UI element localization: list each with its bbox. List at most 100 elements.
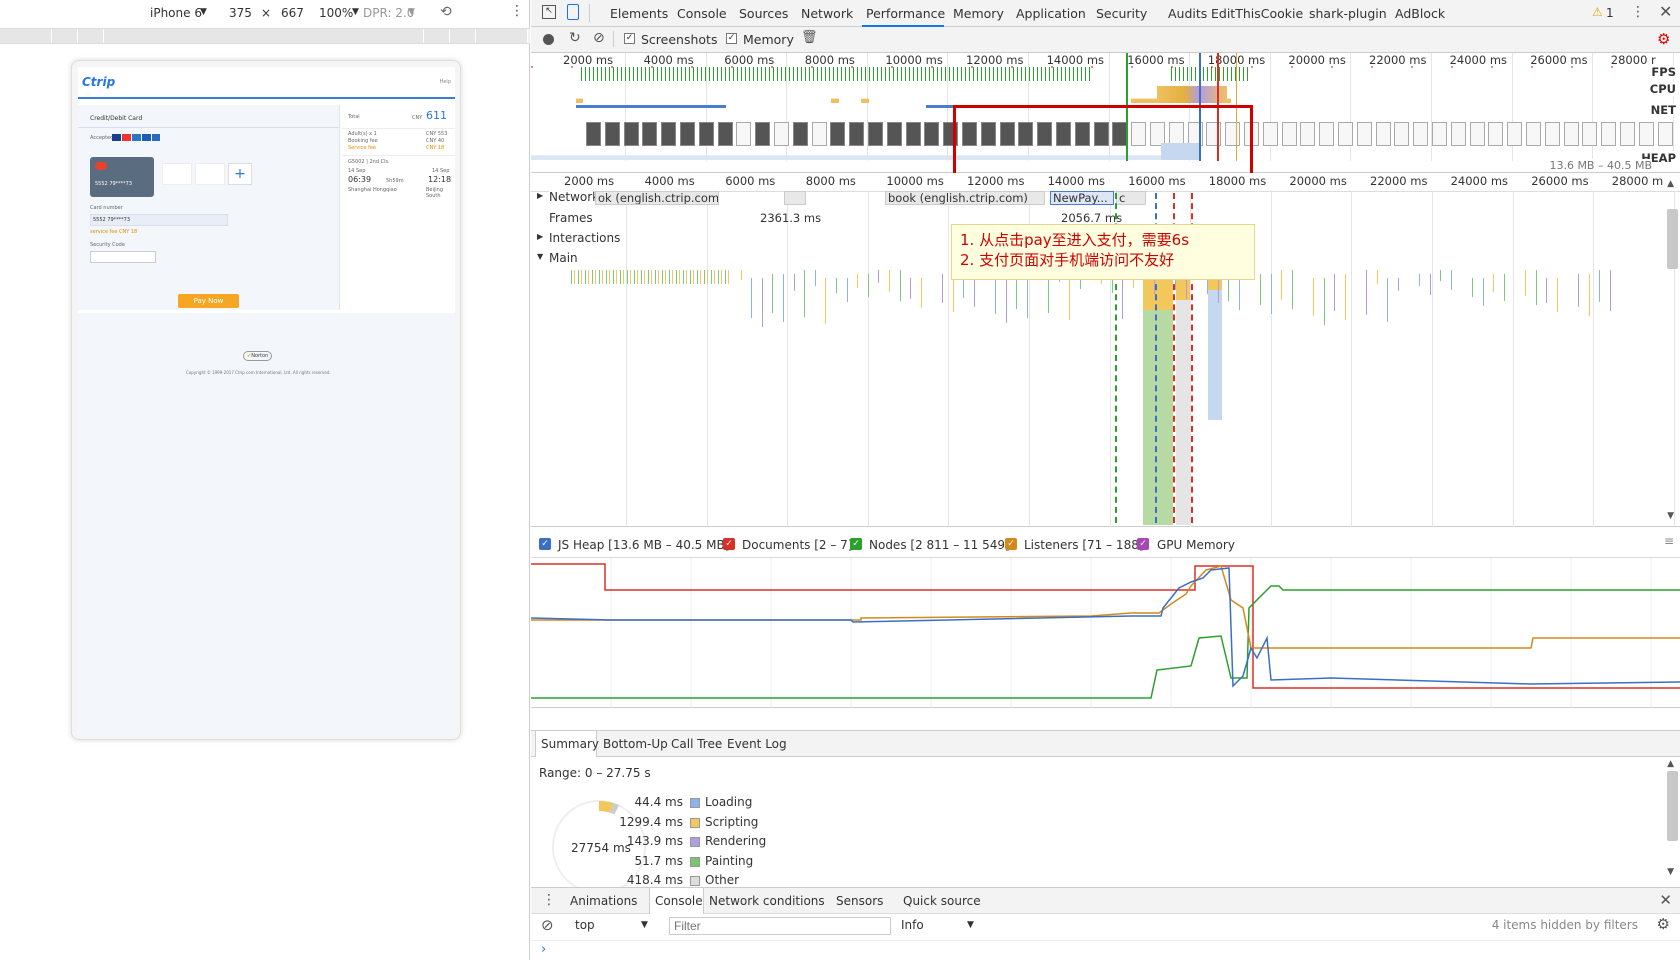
screenshot-thumbnail[interactable] — [1394, 122, 1410, 146]
media-query-ruler[interactable] — [0, 28, 530, 44]
selected-card[interactable]: 5552 79****73 — [90, 157, 154, 197]
drawer-tab-network-conditions[interactable]: Network conditions — [709, 894, 825, 908]
dpr-select[interactable]: DPR: 2.0 — [363, 6, 414, 20]
screenshot-thumbnail[interactable] — [717, 122, 733, 146]
screenshot-thumbnail[interactable] — [886, 122, 902, 146]
context-select[interactable]: top — [575, 918, 595, 932]
warning-icon[interactable]: ⚠ — [1592, 5, 1603, 19]
flame-event[interactable] — [1525, 270, 1526, 296]
flame-event[interactable] — [1440, 270, 1441, 281]
screenshot-thumbnail[interactable] — [1319, 122, 1335, 146]
summary-scrollbar[interactable] — [1667, 771, 1678, 841]
width-input[interactable]: 375 — [229, 6, 252, 20]
screenshot-thumbnail[interactable] — [698, 122, 714, 146]
screenshot-thumbnail[interactable] — [661, 122, 677, 146]
flame-event[interactable] — [878, 270, 879, 283]
chevron-down-icon[interactable]: ▼ — [641, 920, 648, 930]
flame-event[interactable] — [921, 278, 922, 308]
device-toggle-icon[interactable] — [567, 4, 579, 20]
console-settings-icon[interactable]: ⚙ — [1657, 915, 1670, 933]
screenshot-thumbnail[interactable] — [755, 122, 771, 146]
flame-event[interactable] — [1292, 270, 1293, 309]
flame-event[interactable] — [1324, 278, 1325, 325]
flame-event[interactable] — [857, 274, 858, 288]
flame-event[interactable] — [1599, 270, 1600, 302]
screenshot-thumbnail[interactable] — [1356, 122, 1372, 146]
chevron-down-icon[interactable]: ▼ — [967, 920, 974, 930]
frame-duration[interactable]: 2361.3 ms — [760, 211, 821, 225]
screenshot-thumbnail[interactable] — [1375, 122, 1391, 146]
jsheap-checkbox[interactable]: ✓ — [539, 538, 551, 550]
drawer-tab-sensors[interactable]: Sensors — [836, 894, 883, 908]
reload-icon[interactable]: ↻ — [569, 30, 581, 46]
flame-event[interactable] — [1377, 270, 1378, 284]
flame-event[interactable] — [1536, 270, 1537, 305]
card-thumb-1[interactable] — [162, 163, 192, 185]
tab-performance[interactable]: Performance — [866, 6, 945, 21]
scroll-up-icon[interactable]: ▲ — [1667, 759, 1674, 769]
flame-event[interactable] — [1271, 274, 1272, 314]
flame-event[interactable] — [847, 278, 848, 302]
screenshot-thumbnail[interactable] — [1601, 122, 1617, 146]
flame-event[interactable] — [1430, 274, 1431, 295]
tab-editthiscookie[interactable]: EditThisCookie — [1211, 6, 1303, 21]
add-card-button[interactable]: + — [228, 163, 252, 185]
chevron-down-icon[interactable]: ▼ — [200, 7, 207, 17]
flame-event[interactable] — [1366, 270, 1367, 315]
flame-event[interactable] — [1006, 278, 1007, 323]
screenshot-thumbnail[interactable] — [1338, 122, 1353, 146]
flame-event[interactable] — [1557, 278, 1558, 312]
tab-audits[interactable]: Audits — [1168, 6, 1207, 21]
tab-call-tree[interactable]: Call Tree — [671, 737, 722, 751]
drag-handle-icon[interactable]: ≡ — [1664, 534, 1674, 548]
screenshot-thumbnail[interactable] — [905, 122, 921, 146]
flame-event[interactable] — [825, 278, 826, 324]
screenshot-thumbnail[interactable] — [1620, 122, 1635, 146]
flame-event[interactable] — [1483, 278, 1484, 306]
flame-event[interactable] — [1493, 274, 1494, 292]
pay-now-button[interactable]: Pay Now — [178, 294, 239, 308]
screenshot-thumbnail[interactable] — [1469, 122, 1485, 146]
console-filter-input[interactable] — [669, 917, 891, 935]
trash-icon[interactable]: 🗑 — [801, 30, 818, 45]
scroll-down-icon[interactable]: ▼ — [1667, 867, 1674, 877]
flame-event[interactable] — [1387, 278, 1388, 322]
clear-icon[interactable]: ⊘ — [593, 30, 605, 46]
flame-event[interactable] — [1504, 274, 1505, 301]
flame-event[interactable] — [910, 278, 911, 299]
ctrip-logo[interactable]: Ctrip — [82, 75, 115, 89]
tab-security[interactable]: Security — [1096, 6, 1147, 21]
flame-event[interactable] — [1313, 278, 1314, 316]
tab-event-log[interactable]: Event Log — [727, 737, 787, 751]
flame-event[interactable] — [1239, 278, 1240, 310]
close-devtools-icon[interactable]: ✕ — [1659, 2, 1672, 21]
rotate-icon[interactable]: ⟲ — [440, 4, 452, 20]
record-icon[interactable] — [543, 34, 554, 45]
flame-event[interactable] — [815, 270, 816, 286]
network-request[interactable]: c — [1116, 191, 1146, 205]
memory-checkbox[interactable]: ✓ — [726, 33, 737, 44]
warning-count[interactable]: 1 — [1606, 6, 1614, 20]
frames-track-label[interactable]: Frames — [549, 211, 593, 225]
network-request[interactable]: book (english.ctrip.com) — [885, 191, 1045, 205]
screenshot-thumbnail[interactable] — [849, 122, 865, 146]
screenshot-thumbnail[interactable] — [1526, 122, 1541, 146]
scroll-up-icon[interactable]: ▲ — [1667, 179, 1674, 189]
card-number-input[interactable]: 5552 79****73 — [90, 214, 228, 226]
chevron-down-icon[interactable]: ▼ — [408, 7, 415, 17]
interactions-track-label[interactable]: Interactions — [549, 231, 620, 245]
tab-memory[interactable]: Memory — [953, 6, 1004, 21]
screenshot-thumbnail[interactable] — [1657, 122, 1673, 146]
frame-duration[interactable]: 2056.7 ms — [1061, 211, 1122, 225]
flame-scrollbar[interactable] — [1667, 209, 1678, 269]
flame-event[interactable] — [1281, 270, 1282, 300]
flame-event[interactable] — [1472, 278, 1473, 297]
flame-event[interactable] — [794, 274, 795, 291]
flame-event[interactable] — [783, 274, 784, 322]
card-thumb-2[interactable] — [195, 163, 225, 185]
tab-summary[interactable]: Summary — [541, 737, 599, 751]
console-prompt[interactable]: › — [541, 942, 546, 957]
screenshot-thumbnail[interactable] — [811, 122, 827, 146]
flame-event[interactable] — [1228, 278, 1229, 301]
gpu-memory-checkbox[interactable]: ✓ — [1137, 538, 1149, 550]
